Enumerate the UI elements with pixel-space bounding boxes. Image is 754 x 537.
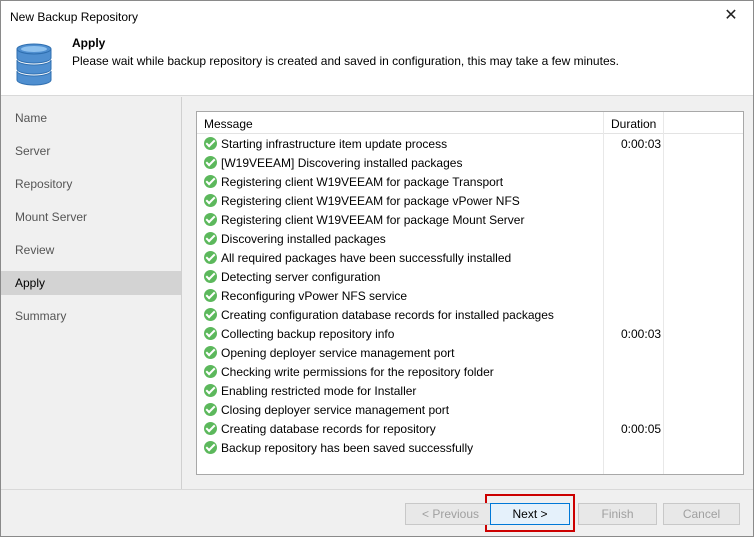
- apply-content-panel: Message Duration Starting infrastructure…: [181, 97, 753, 489]
- log-message: Reconfiguring vPower NFS service: [221, 289, 408, 303]
- sidebar-item-server[interactable]: Server: [1, 139, 181, 163]
- column-header-duration[interactable]: Duration: [611, 117, 656, 131]
- log-row[interactable]: Registering client W19VEEAM for package …: [197, 172, 743, 191]
- new-backup-repository-dialog: New Backup Repository ✕ Apply Please wai…: [0, 0, 754, 537]
- sidebar-item-label: Summary: [15, 309, 67, 323]
- log-row[interactable]: Registering client W19VEEAM for package …: [197, 191, 743, 210]
- log-table-header: Message Duration: [197, 112, 743, 134]
- success-check-icon: [204, 384, 217, 397]
- success-check-icon: [204, 251, 217, 264]
- apply-log-table[interactable]: Message Duration Starting infrastructure…: [196, 111, 744, 475]
- log-message: Creating database records for repository: [221, 422, 436, 436]
- log-row[interactable]: Creating database records for repository…: [197, 419, 743, 438]
- success-check-icon: [204, 194, 217, 207]
- log-message: All required packages have been successf…: [221, 251, 512, 265]
- step-description: Please wait while backup repository is c…: [72, 54, 619, 68]
- log-row[interactable]: Opening deployer service management port: [197, 343, 743, 362]
- success-check-icon: [204, 270, 217, 283]
- window-title: New Backup Repository: [10, 10, 139, 24]
- success-check-icon: [204, 137, 217, 150]
- log-message: Opening deployer service management port: [221, 346, 455, 360]
- cancel-button[interactable]: Cancel: [663, 503, 740, 525]
- log-message: Registering client W19VEEAM for package …: [221, 213, 525, 227]
- sidebar-item-name[interactable]: Name: [1, 106, 181, 130]
- wizard-header: Apply Please wait while backup repositor…: [1, 32, 753, 96]
- sidebar-item-label: Repository: [15, 177, 73, 191]
- log-row[interactable]: Registering client W19VEEAM for package …: [197, 210, 743, 229]
- sidebar-item-review[interactable]: Review: [1, 238, 181, 262]
- log-row[interactable]: Closing deployer service management port: [197, 400, 743, 419]
- sidebar-item-label: Server: [15, 144, 51, 158]
- close-icon[interactable]: ✕: [723, 8, 739, 24]
- success-check-icon: [204, 346, 217, 359]
- success-check-icon: [204, 213, 217, 226]
- column-header-message[interactable]: Message: [204, 117, 253, 131]
- log-rows: Starting infrastructure item update proc…: [197, 134, 743, 457]
- log-duration: 0:00:05: [621, 422, 662, 436]
- sidebar-item-label: Review: [15, 243, 55, 257]
- log-row[interactable]: All required packages have been successf…: [197, 248, 743, 267]
- next-button[interactable]: Next >: [490, 503, 570, 525]
- finish-button[interactable]: Finish: [578, 503, 657, 525]
- log-message: Starting infrastructure item update proc…: [221, 137, 448, 151]
- success-check-icon: [204, 232, 217, 245]
- log-message: Closing deployer service management port: [221, 403, 450, 417]
- step-title: Apply: [72, 36, 106, 50]
- log-message: Detecting server configuration: [221, 270, 381, 284]
- log-message: Backup repository has been saved success…: [221, 441, 474, 455]
- sidebar-item-label: Mount Server: [15, 210, 88, 224]
- log-message: Registering client W19VEEAM for package …: [221, 194, 520, 208]
- log-row[interactable]: Collecting backup repository info 0:00:03: [197, 324, 743, 343]
- success-check-icon: [204, 156, 217, 169]
- wizard-steps-sidebar: Name Server Repository Mount Server Revi…: [1, 97, 181, 489]
- log-row[interactable]: Discovering installed packages: [197, 229, 743, 248]
- log-message: Registering client W19VEEAM for package …: [221, 175, 504, 189]
- log-message: Checking write permissions for the repos…: [221, 365, 494, 379]
- success-check-icon: [204, 289, 217, 302]
- success-check-icon: [204, 327, 217, 340]
- log-row[interactable]: Reconfiguring vPower NFS service: [197, 286, 743, 305]
- sidebar-item-label: Name: [15, 111, 48, 125]
- title-bar: New Backup Repository ✕: [1, 1, 753, 32]
- sidebar-item-mount-server[interactable]: Mount Server: [1, 205, 181, 229]
- log-duration: 0:00:03: [621, 137, 662, 151]
- sidebar-item-apply[interactable]: Apply: [1, 271, 181, 295]
- log-row[interactable]: Starting infrastructure item update proc…: [197, 134, 743, 153]
- wizard-footer: < Previous Next > Finish Cancel: [1, 489, 753, 536]
- success-check-icon: [204, 422, 217, 435]
- database-icon: [16, 43, 52, 86]
- log-message: Enabling restricted mode for Installer: [221, 384, 417, 398]
- success-check-icon: [204, 175, 217, 188]
- success-check-icon: [204, 441, 217, 454]
- success-check-icon: [204, 403, 217, 416]
- log-message: Discovering installed packages: [221, 232, 386, 246]
- sidebar-item-label: Apply: [15, 276, 46, 290]
- log-message: Collecting backup repository info: [221, 327, 395, 341]
- success-check-icon: [204, 308, 217, 321]
- previous-button[interactable]: < Previous: [405, 503, 496, 525]
- sidebar-item-summary[interactable]: Summary: [1, 304, 181, 328]
- log-row[interactable]: Backup repository has been saved success…: [197, 438, 743, 457]
- success-check-icon: [204, 365, 217, 378]
- log-message: Creating configuration database records …: [221, 308, 554, 322]
- log-row[interactable]: Detecting server configuration: [197, 267, 743, 286]
- log-duration: 0:00:03: [621, 327, 662, 341]
- log-row[interactable]: Enabling restricted mode for Installer: [197, 381, 743, 400]
- log-row[interactable]: [W19VEEAM] Discovering installed package…: [197, 153, 743, 172]
- log-row[interactable]: Creating configuration database records …: [197, 305, 743, 324]
- sidebar-item-repository[interactable]: Repository: [1, 172, 181, 196]
- log-message: [W19VEEAM] Discovering installed package…: [221, 156, 463, 170]
- log-row[interactable]: Checking write permissions for the repos…: [197, 362, 743, 381]
